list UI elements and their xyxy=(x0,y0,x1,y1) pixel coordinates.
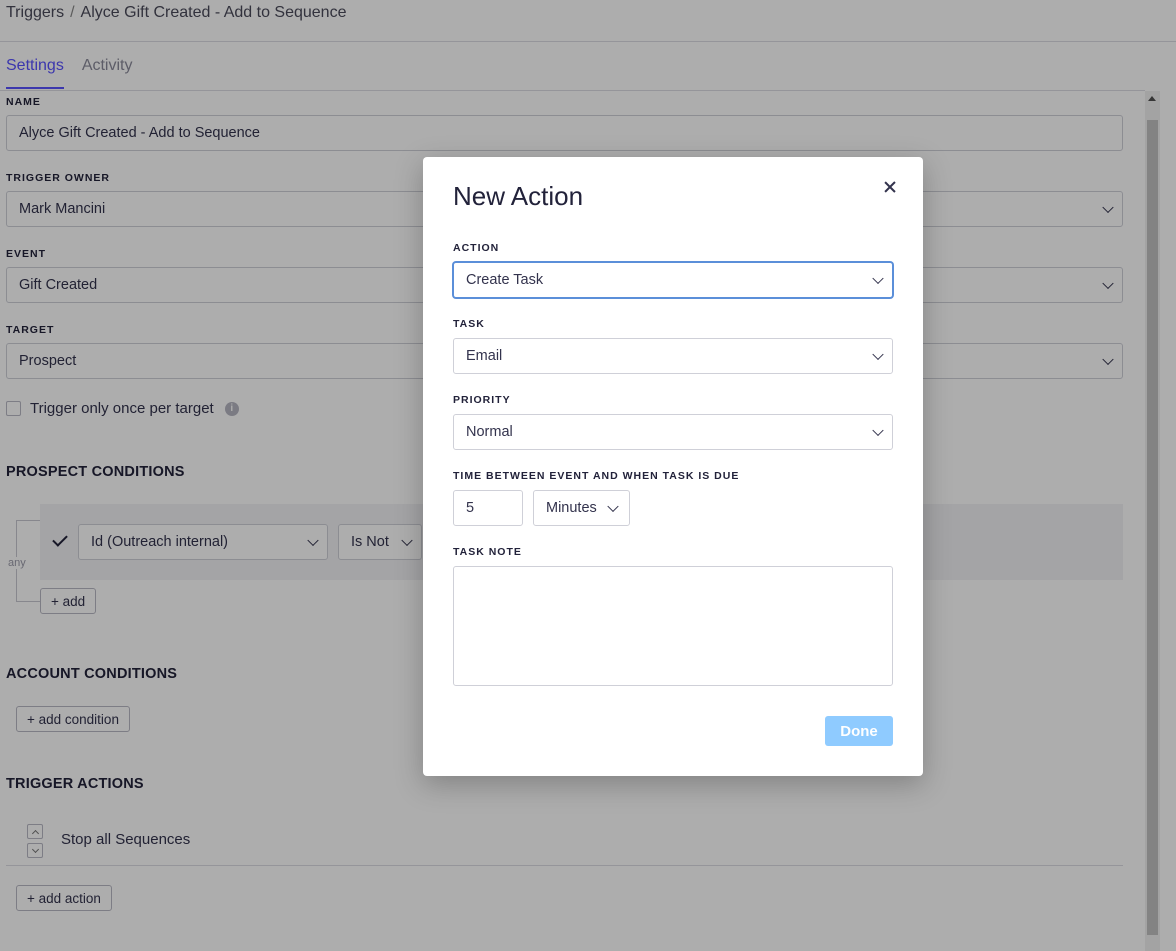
task-select-value: Email xyxy=(466,348,503,364)
new-action-modal: New Action ACTION Create Task TASK Email… xyxy=(423,157,923,776)
action-select-value: Create Task xyxy=(466,272,544,288)
time-unit-select[interactable]: Minutes xyxy=(533,490,630,526)
time-amount-value: 5 xyxy=(466,500,475,516)
done-button[interactable]: Done xyxy=(825,716,893,746)
modal-title: New Action xyxy=(453,181,584,211)
chevron-down-icon xyxy=(872,348,884,361)
action-label: ACTION xyxy=(453,242,500,254)
time-unit-value: Minutes xyxy=(546,500,597,516)
chevron-down-icon xyxy=(872,424,884,437)
time-label: TIME BETWEEN EVENT AND WHEN TASK IS DUE xyxy=(453,470,740,482)
priority-label: PRIORITY xyxy=(453,394,511,406)
action-select[interactable]: Create Task xyxy=(453,262,893,298)
task-note-label: TASK NOTE xyxy=(453,546,522,558)
task-label: TASK xyxy=(453,318,485,330)
close-icon[interactable] xyxy=(882,179,898,195)
chevron-down-icon xyxy=(607,500,619,513)
task-select[interactable]: Email xyxy=(453,338,893,374)
priority-select-value: Normal xyxy=(466,424,513,440)
chevron-down-icon xyxy=(872,272,884,285)
task-note-textarea[interactable] xyxy=(453,566,893,686)
priority-select[interactable]: Normal xyxy=(453,414,893,450)
time-amount-input[interactable]: 5 xyxy=(453,490,523,526)
